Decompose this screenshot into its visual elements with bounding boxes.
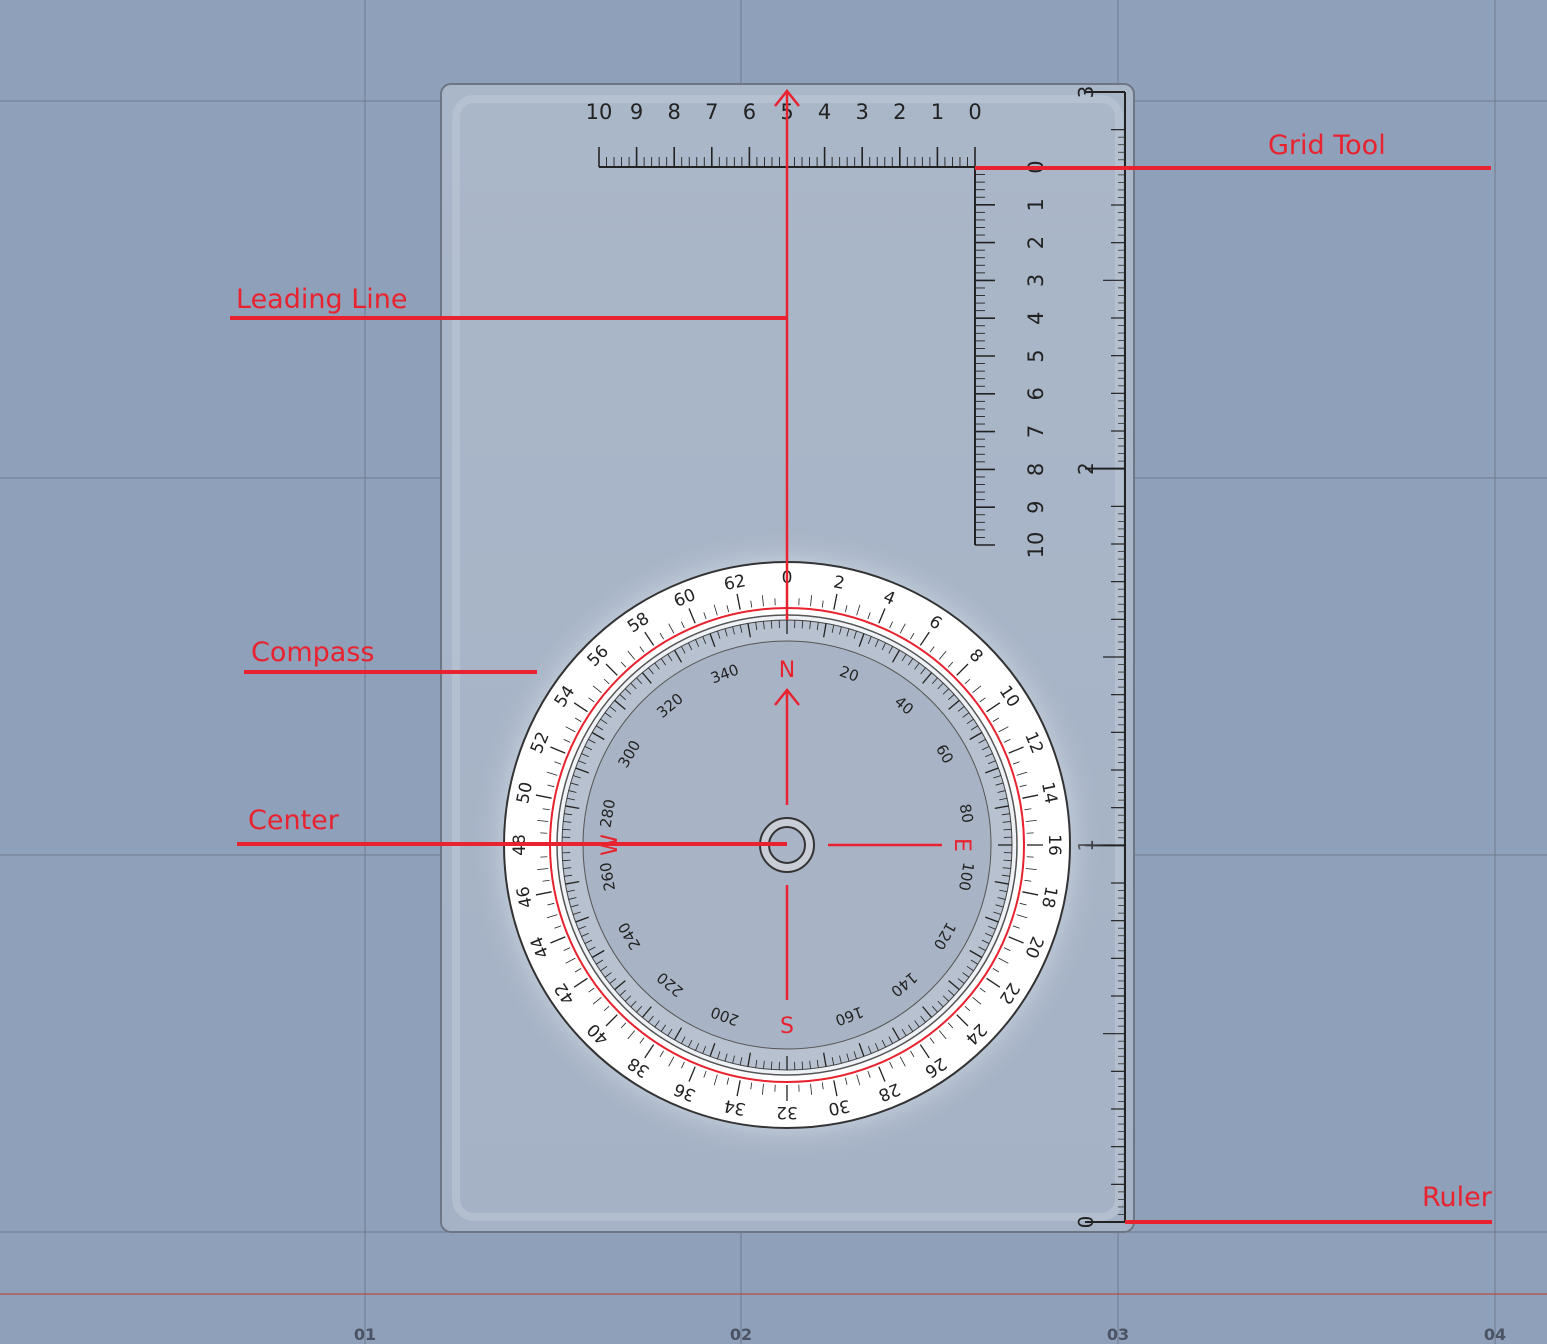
mils-label: 30 — [827, 1095, 852, 1119]
degree-tick — [1003, 828, 1012, 831]
ruler-label: 0 — [1074, 1216, 1098, 1229]
degree-tick — [770, 620, 773, 629]
callout-leading-line: Leading Line — [236, 284, 408, 315]
degree-tick — [1003, 859, 1012, 862]
map-label-04: 04 — [1483, 1325, 1507, 1344]
grid-tool-h-label: 7 — [705, 100, 718, 124]
grid-tool-h-label: 2 — [893, 100, 906, 124]
ruler-label: 3 — [1074, 86, 1098, 99]
grid-tool-h-label: 1 — [931, 100, 944, 124]
cardinal-south: S — [780, 1014, 794, 1039]
grid-tool-h-label: 6 — [743, 100, 756, 124]
degree-tick — [562, 828, 571, 831]
map-label-01: 01 — [353, 1325, 377, 1344]
mils-label: 50 — [513, 780, 537, 805]
grid-tool-h-label: 0 — [968, 100, 981, 124]
grid-tool-v-label: 2 — [1024, 236, 1048, 249]
grid-tool-v-label: 6 — [1024, 387, 1048, 400]
mils-label: 62 — [722, 571, 747, 595]
map-canvas: 0123 109876543210012345678910 2040608010… — [0, 0, 1547, 1344]
grid-tool-v-label: 5 — [1024, 349, 1048, 362]
cardinal-north: N — [779, 658, 795, 683]
callout-center: Center — [248, 805, 339, 836]
callout-ruler: Ruler — [1422, 1182, 1492, 1213]
degree-tick — [770, 1061, 773, 1070]
mils-label: 34 — [722, 1095, 747, 1119]
callout-compass: Compass — [251, 637, 375, 668]
grid-tool-v-label: 10 — [1024, 532, 1048, 559]
callout-grid-tool: Grid Tool — [1268, 130, 1386, 161]
grid-tool-h-label: 9 — [630, 100, 643, 124]
grid-tool-h-label: 4 — [818, 100, 831, 124]
degree-tick — [801, 620, 804, 629]
grid-tool-h-label: 3 — [856, 100, 869, 124]
degree-label: 80 — [956, 802, 977, 824]
mils-label: 18 — [1037, 885, 1061, 910]
ruler-label: 2 — [1074, 462, 1098, 475]
grid-tool-v-label: 8 — [1024, 463, 1048, 476]
mils-label: 32 — [776, 1102, 798, 1122]
grid-tool-v-label: 3 — [1024, 274, 1048, 287]
map-label-02: 02 — [729, 1325, 753, 1344]
grid-tool-h-label: 8 — [668, 100, 681, 124]
map-label-03: 03 — [1106, 1325, 1130, 1344]
degree-tick — [801, 1061, 804, 1070]
cardinal-east: E — [949, 838, 974, 852]
grid-tool-v-label: 9 — [1024, 501, 1048, 514]
grid-tool-v-label: 4 — [1024, 312, 1048, 325]
mils-label: 16 — [1044, 834, 1064, 856]
degree-tick — [562, 859, 571, 862]
grid-tool-v-label: 1 — [1024, 198, 1048, 211]
mils-label: 46 — [513, 885, 537, 910]
mils-label: 14 — [1037, 780, 1061, 805]
grid-tool-h-label: 10 — [586, 100, 613, 124]
grid-tool-v-label: 7 — [1024, 425, 1048, 438]
